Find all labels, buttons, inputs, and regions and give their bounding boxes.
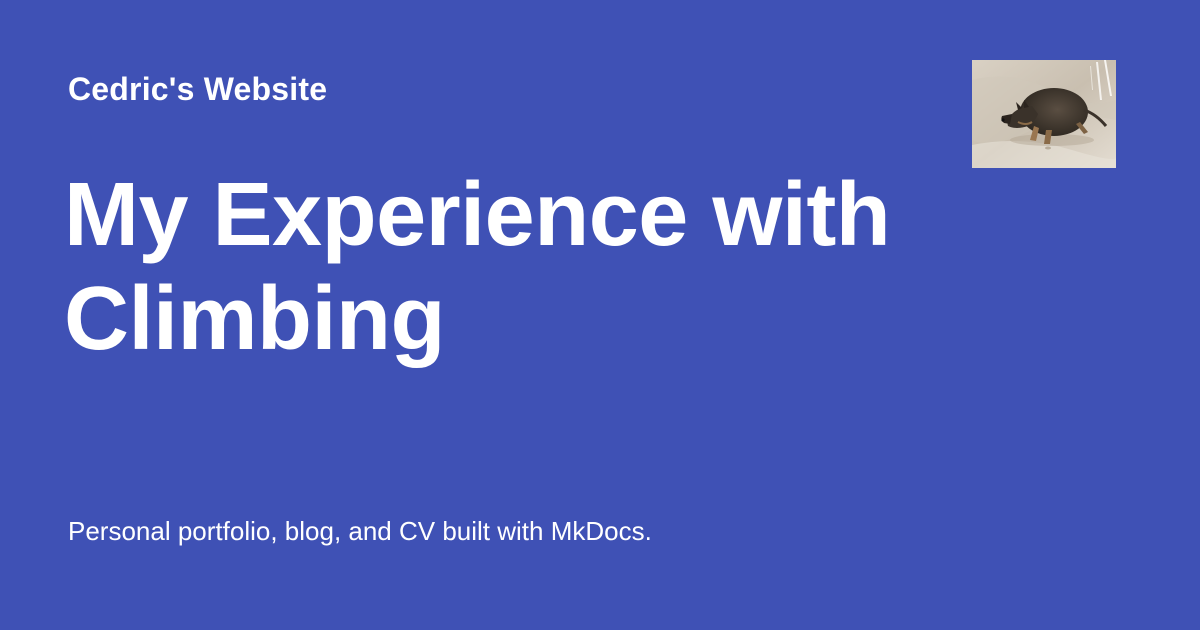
site-description: Personal portfolio, blog, and CV built w… — [68, 516, 652, 546]
page-title: My Experience with Climbing — [64, 165, 891, 369]
site-name: Cedric's Website — [68, 71, 328, 107]
social-card: Cedric's Website My Experience with Clim… — [0, 0, 1200, 630]
dog-photo-icon — [972, 60, 1116, 168]
